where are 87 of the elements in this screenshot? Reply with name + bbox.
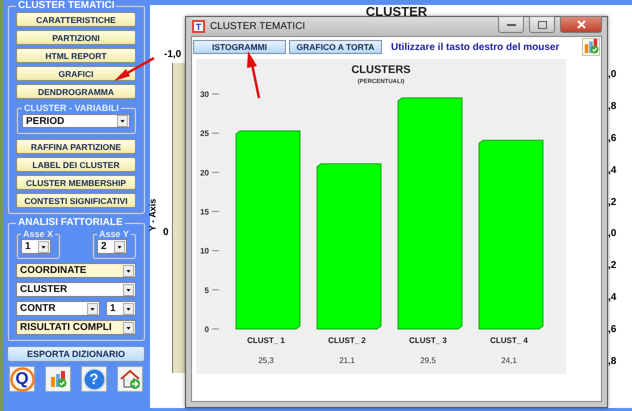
q-logo-button[interactable]: Q [9,366,35,392]
home-button[interactable] [117,366,143,392]
plot-title: CLUSTER [366,5,428,18]
group-title: CLUSTER - VARIABILI [23,103,120,113]
y-tick-label: 0 [204,325,210,334]
category-label: CLUST_ 2 [328,336,366,345]
axis-tick-label: 0 [163,227,169,238]
y-tick: 10 [200,246,220,256]
axis-tick-label: -1,0 [164,49,182,60]
caret-icon[interactable] [117,115,128,127]
y-tick-label: 10 [200,246,210,256]
dropdown[interactable]: 1 [21,239,51,254]
axis-tick-label: ,0 [608,227,618,242]
group-title: CLUSTER TEMATICI [17,0,116,11]
axis-tick-label: ,8 [608,100,618,114]
caret-icon[interactable] [87,302,98,314]
dropdown[interactable]: PERIOD [22,114,130,128]
caret-icon[interactable] [123,264,134,276]
chart-button[interactable] [582,38,600,56]
menu-button[interactable]: HTML REPORT [16,48,136,63]
dropdown[interactable]: COORDINATE [16,263,136,278]
caret-icon[interactable] [38,240,49,252]
menu-button[interactable]: PARTIZIONI [16,30,136,45]
dropdown[interactable]: CLUSTER [16,282,136,297]
y-tick-label: 30 [200,90,210,99]
maximize-button[interactable] [529,16,555,33]
axis-tick-label: ,0 [608,68,618,82]
y-tick: 20 [200,168,220,178]
axis-title: Y - Axis [147,198,158,232]
menu-button[interactable]: CONTESTI SIGNIFICATIVI [16,193,136,208]
category-label: CLUST_ 1 [247,336,285,345]
menu-button[interactable]: DENDROGRAMMA [16,84,136,99]
window-title: CLUSTER TEMATICI [210,21,306,32]
group-title: ANALISI FATTORIALE [17,217,124,228]
menu-button[interactable]: CLUSTER MEMBERSHIP [16,175,136,190]
value-label: 21,1 [339,356,355,365]
y-tick: 0 [204,325,220,334]
caret-icon[interactable] [123,322,134,334]
help-button[interactable]: ? [81,366,107,392]
home-icon [119,368,141,390]
dropdown[interactable]: 2 [97,239,127,254]
close-button[interactable] [560,16,602,33]
y-tick-label: 20 [200,168,210,178]
axis-tick-label: ,6 [608,323,618,338]
value-label: 29,5 [420,356,436,365]
axis-tick-label: ,6 [608,132,618,146]
dropdown[interactable]: 1 [106,301,136,316]
chart-icon [49,370,67,388]
y-tick-label: 25 [200,129,210,138]
group-title: Asse X [22,229,54,239]
pointer-arrow [112,56,156,84]
value-label: 24,1 [501,356,517,365]
category-label: CLUST_ 4 [490,336,528,345]
axis-tick-label: ,2 [608,259,618,274]
y-tick-label: 5 [204,286,210,295]
axis-tick-label: ,8 [608,355,618,370]
maximize-icon [538,20,546,28]
export-button[interactable]: ESPORTA DIZIONARIO [7,346,145,362]
toolbar-button[interactable]: ISTOGRAMMI [193,40,286,54]
dropdown[interactable]: CONTR [16,301,100,316]
y-tick: 25 [200,129,220,138]
menu-button[interactable]: LABEL DEI CLUSTER [16,157,136,172]
y-tick: 5 [204,286,220,295]
y-tick: 15 [200,208,220,216]
close-icon [576,20,586,29]
minimize-icon [506,23,516,26]
hint-text: Utilizzare il tasto destro del mouser [391,42,560,52]
toolbar-button[interactable]: GRAFICO A TORTA [289,40,382,54]
caret-icon[interactable] [123,284,134,296]
value-label: 25,3 [258,356,274,365]
axis-tick-label: ,4 [608,164,618,178]
axis-tick-label: ,2 [608,196,618,210]
axis-tick-label: ,4 [608,291,618,306]
caret-icon[interactable] [123,302,134,314]
y-tick-label: 15 [200,208,210,216]
category-label: CLUST_ 3 [409,336,447,345]
chart-title: CLUSTERS [351,64,411,76]
menu-button[interactable]: CARATTERISTICHE [16,12,136,27]
caret-icon[interactable] [114,240,125,252]
dropdown[interactable]: RISULTATI COMPLI [16,320,136,335]
y-tick: 30 [200,90,220,99]
menu-button[interactable]: RAFFINA PARTIZIONE [16,139,136,154]
app-icon: T [192,20,205,33]
group-title: Asse Y [98,229,130,239]
chart-button[interactable] [45,366,71,392]
minimize-button[interactable] [498,16,524,33]
menu-button[interactable]: GRAFICI [16,66,136,81]
